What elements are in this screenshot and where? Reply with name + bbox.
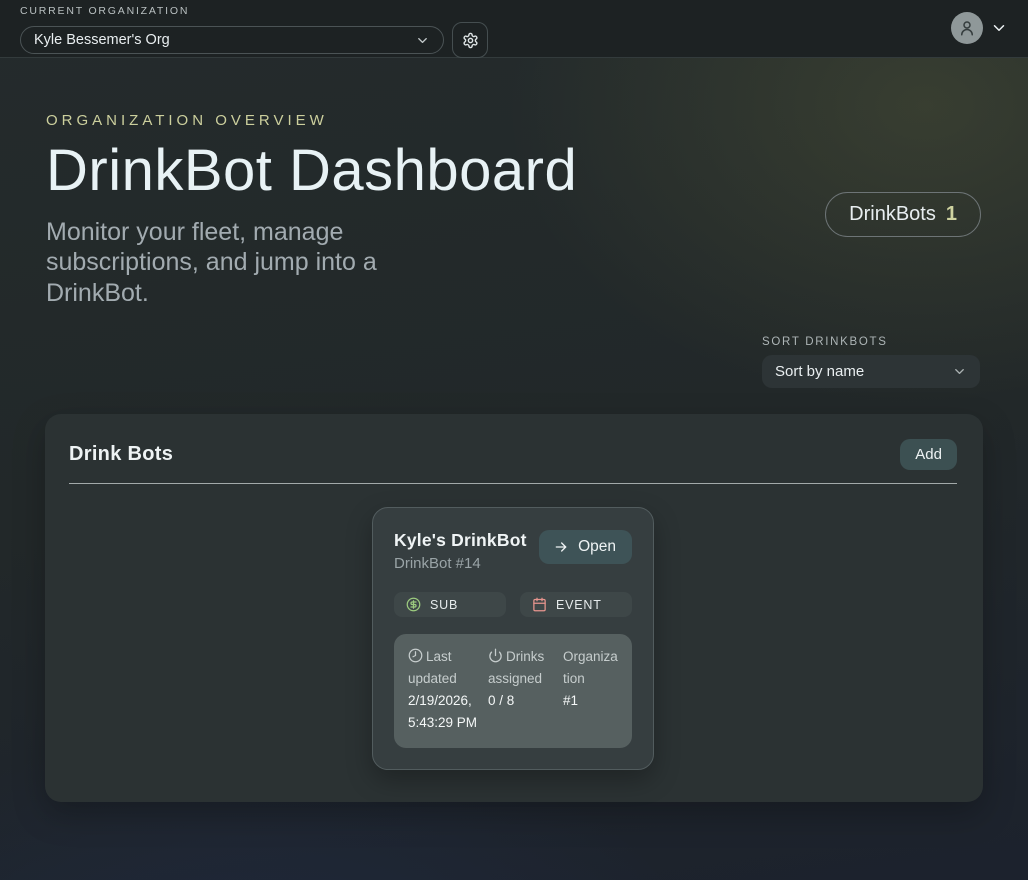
current-organization-label: CURRENT ORGANIZATION [20, 5, 488, 17]
arrow-right-icon [553, 539, 569, 555]
drinkbot-dashboard-page: CURRENT ORGANIZATION Kyle Bessemer's Org [0, 0, 1028, 880]
drinkbots-count-label: DrinkBots [849, 203, 936, 226]
user-avatar[interactable] [951, 12, 983, 44]
subscription-badge: SUB [394, 592, 506, 617]
event-badge: EVENT [520, 592, 632, 617]
account-menu-chevron-down-icon[interactable] [990, 19, 1008, 37]
stat-organization-value: #1 [563, 690, 618, 712]
account-menu [951, 5, 1008, 44]
stat-last-updated-value: 2/19/2026, 5:43:29 PM [408, 690, 480, 734]
open-button-label: Open [578, 538, 616, 556]
stat-drinks-assigned: Drinks assigned 0 / 8 [488, 646, 555, 734]
current-organization-block: CURRENT ORGANIZATION Kyle Bessemer's Org [20, 5, 488, 58]
gear-icon [462, 32, 479, 49]
drinkbot-number: DrinkBot #14 [394, 555, 527, 572]
organization-select[interactable]: Kyle Bessemer's Org [20, 26, 444, 54]
chevron-down-icon [952, 364, 967, 379]
drink-bots-panel: Drink Bots Add Kyle's DrinkBot DrinkBot … [45, 414, 983, 802]
calendar-icon [532, 597, 547, 612]
drinkbot-card: Kyle's DrinkBot DrinkBot #14 Open [372, 507, 654, 770]
sort-drinkbots-select[interactable]: Sort by name [762, 355, 980, 388]
power-icon [488, 648, 503, 663]
stat-drinks-assigned-value: 0 / 8 [488, 690, 555, 712]
drinkbot-card-titles: Kyle's DrinkBot DrinkBot #14 [394, 530, 527, 572]
add-drinkbot-button[interactable]: Add [900, 439, 957, 470]
page-subtitle: Monitor your fleet, manage subscriptions… [46, 217, 458, 309]
sort-select-value: Sort by name [775, 363, 864, 380]
sort-drinkbots-label: SORT DRINKBOTS [762, 336, 980, 348]
drinkbots-count-value: 1 [946, 203, 957, 226]
open-drinkbot-button[interactable]: Open [539, 530, 632, 564]
event-badge-label: EVENT [556, 598, 602, 612]
panel-title: Drink Bots [69, 443, 173, 466]
panel-divider [69, 483, 957, 484]
organization-select-value: Kyle Bessemer's Org [34, 32, 170, 48]
hero-section: ORGANIZATION OVERVIEW DrinkBot Dashboard… [0, 58, 1028, 308]
org-settings-button[interactable] [452, 22, 488, 58]
chevron-down-icon [415, 33, 430, 48]
dollar-circle-icon [406, 597, 421, 612]
hero-eyebrow: ORGANIZATION OVERVIEW [46, 112, 982, 129]
drinkbots-count-pill: DrinkBots 1 [825, 192, 981, 237]
stat-organization-label: Organization [563, 649, 618, 686]
user-avatar-icon [958, 19, 976, 37]
subscription-badge-label: SUB [430, 598, 458, 612]
sort-row: SORT DRINKBOTS Sort by name [0, 336, 1028, 388]
stat-last-updated: Last updated 2/19/2026, 5:43:29 PM [408, 646, 480, 734]
drinkbot-name: Kyle's DrinkBot [394, 530, 527, 551]
clock-icon [408, 648, 423, 663]
top-bar: CURRENT ORGANIZATION Kyle Bessemer's Org [0, 0, 1028, 58]
stat-organization: Organization #1 [563, 646, 618, 734]
drinkbot-stats: Last updated 2/19/2026, 5:43:29 PM Drink… [394, 634, 632, 748]
